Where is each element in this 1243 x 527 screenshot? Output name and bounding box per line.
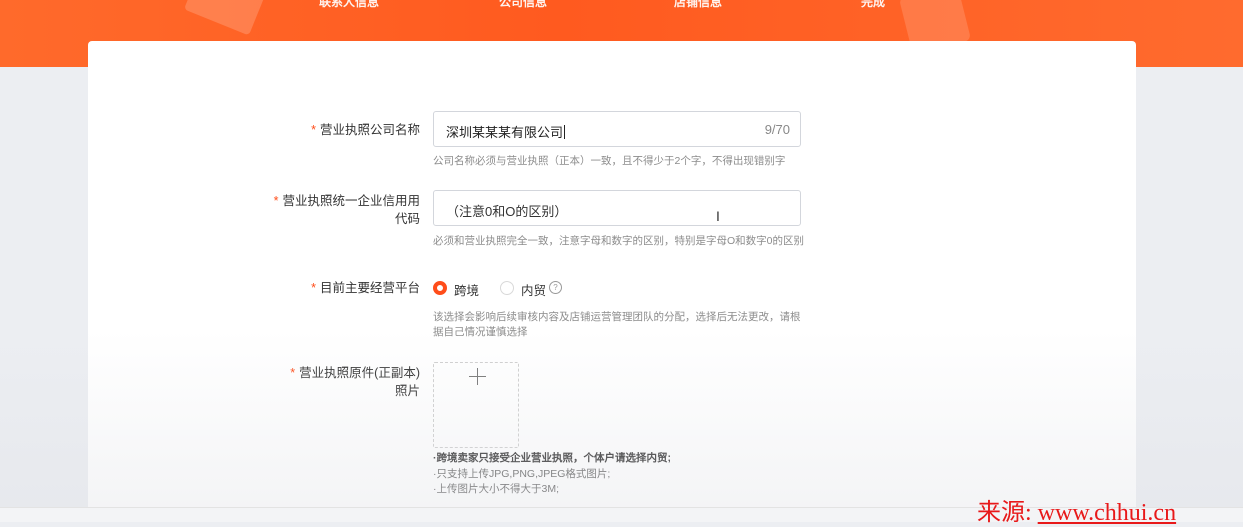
option-cross-border-label[interactable]: 跨境 — [454, 280, 479, 299]
required-mark: * — [311, 123, 316, 137]
step-complete: 完成 — [861, 0, 886, 9]
step-contact-info: 联系人信息 — [319, 0, 380, 9]
upload-notes: ·跨境卖家只接受企业营业执照，个体户请选择内贸; ·只支持上传JPG,PNG,J… — [433, 451, 671, 498]
question-circle-icon[interactable]: ? — [549, 281, 562, 294]
company-name-label: * 营业执照公司名称 — [311, 123, 420, 137]
license-upload-box[interactable] — [433, 362, 519, 448]
radio-cross-border[interactable] — [433, 281, 447, 295]
option-domestic-label[interactable]: 内贸 — [521, 280, 546, 299]
company-name-value: 深圳某某某有限公司 — [446, 125, 564, 140]
radio-domestic[interactable] — [500, 281, 514, 295]
credit-code-hint: 必须和营业执照完全一致，注意字母和数字的区别，特别是字母O和数字0的区别 — [433, 235, 805, 247]
credit-code-label: * 营业执照统一企业信用用 代码 — [273, 194, 420, 226]
required-mark: * — [311, 281, 316, 295]
platform-hint: 该选择会影响后续审核内容及店铺运营管理团队的分配，选择后无法更改，请根 据自己情… — [433, 311, 801, 338]
credit-code-input[interactable]: （注意0和O的区别） — [433, 190, 801, 226]
char-counter: 9/70 — [764, 122, 790, 137]
required-mark: * — [290, 366, 296, 380]
upload-note: ·跨境卖家只接受企业营业执照，个体户请选择内贸; — [433, 452, 671, 464]
step-store-info: 店铺信息 — [674, 0, 723, 9]
license-photo-label: * 营业执照原件(正副本) 照片 — [290, 366, 420, 398]
platform-label: * 目前主要经营平台 — [311, 281, 420, 295]
upload-note: ·只支持上传JPG,PNG,JPEG格式图片; — [433, 467, 611, 480]
required-mark: * — [273, 194, 279, 208]
step-company-info: 公司信息 — [499, 0, 548, 9]
credit-code-placeholder: （注意0和O的区别） — [446, 204, 568, 219]
company-name-hint: 公司名称必须与营业执照（正本）一致，且不得少于2个字，不得出现错别字 — [433, 155, 786, 167]
ibeam-cursor-icon: I — [716, 208, 720, 224]
watermark: 来源: www.chhui.cn — [977, 500, 1177, 526]
banner-decoration — [183, 0, 267, 36]
upload-note: ·上传图片大小不得大于3M; — [433, 483, 559, 495]
text-caret — [564, 125, 566, 139]
company-name-input[interactable]: 深圳某某某有限公司 9/70 — [433, 111, 801, 147]
